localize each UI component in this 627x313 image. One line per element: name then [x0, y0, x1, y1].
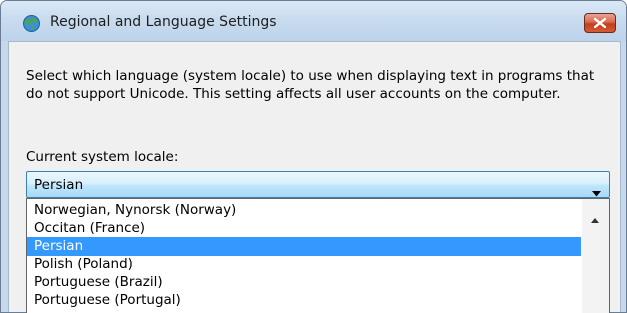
- list-item[interactable]: Occitan (France): [27, 219, 581, 238]
- scroll-up-arrow-icon[interactable]: [591, 208, 599, 227]
- window-title: Regional and Language Settings: [50, 14, 277, 30]
- globe-icon: [22, 14, 41, 33]
- combobox-value: Persian: [34, 177, 84, 193]
- list-item-selected[interactable]: Persian: [27, 237, 581, 256]
- title-bar[interactable]: Regional and Language Settings: [1, 1, 626, 41]
- close-button[interactable]: [584, 13, 616, 33]
- list-item[interactable]: Portuguese (Brazil): [27, 273, 581, 292]
- current-locale-label: Current system locale:: [26, 149, 179, 165]
- locale-dropdown-list[interactable]: Norwegian, Nynorsk (Norway) Occitan (Fra…: [26, 198, 610, 313]
- close-icon: [594, 18, 606, 28]
- system-locale-combobox[interactable]: Persian: [26, 171, 610, 198]
- list-item[interactable]: Polish (Poland): [27, 255, 581, 274]
- description-text: Select which language (system locale) to…: [26, 68, 595, 102]
- list-item[interactable]: Norwegian, Nynorsk (Norway): [27, 201, 581, 220]
- vertical-scrollbar[interactable]: [582, 199, 609, 313]
- list-item[interactable]: Portuguese (Portugal): [27, 291, 581, 310]
